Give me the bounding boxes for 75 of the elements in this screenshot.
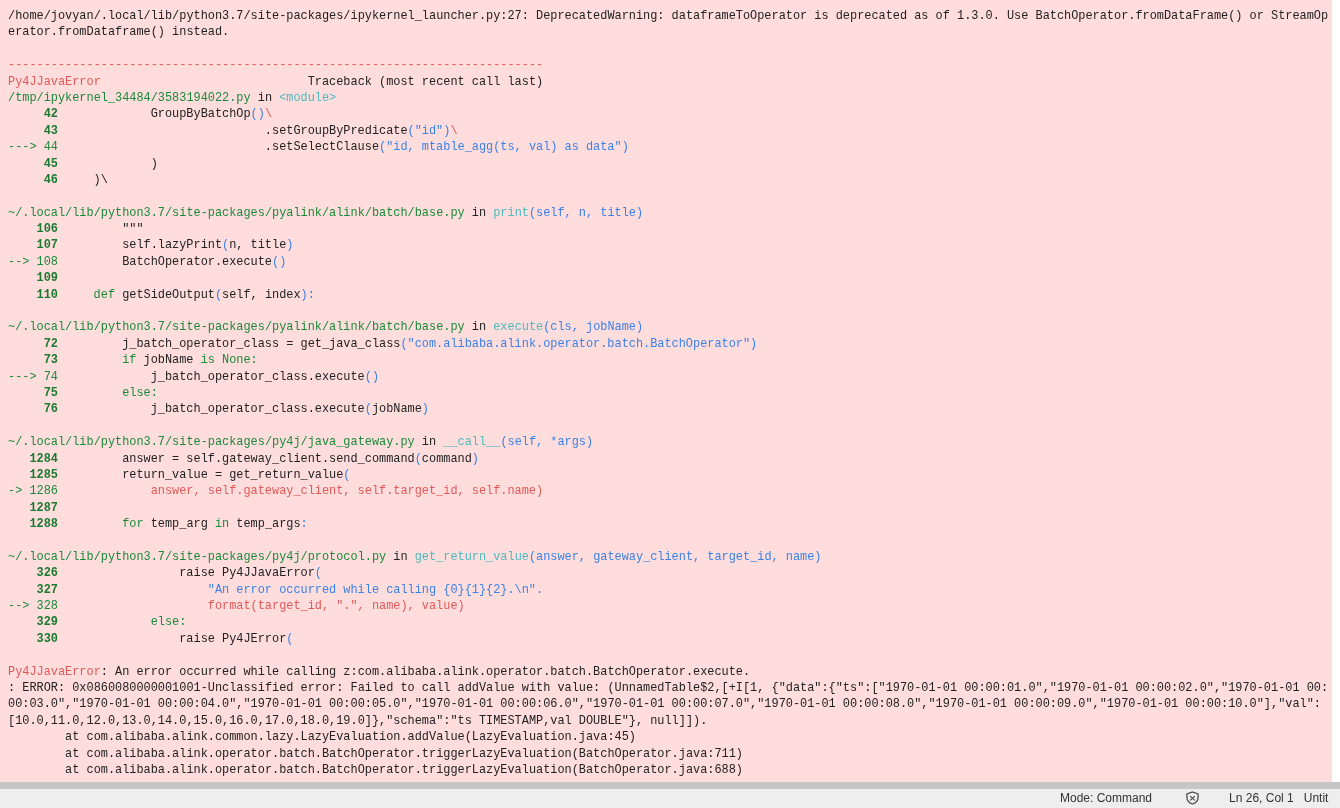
error-detail: : ERROR: 0x0860080000001001-Unclassified error: Failed to call addValue with value: (UnnamedTable$2,[+I[1, {"data":{"ts":["1970-01-01 00:00:01.0","1970-01-01 00:00:02.0","1970-01-01 00: <box>8 680 1330 697</box>
arrow-marker: ---> <box>8 368 37 385</box>
line-number: 108 <box>36 253 58 271</box>
line-number: 1284 <box>29 450 58 467</box>
code-line: raise Py4JJavaError( <box>178 565 322 582</box>
error-detail: at com.alibaba.alink.operator.batch.BatchOperator.triggerLazyEvaluation(BatchOperator.java:711) <box>64 745 744 762</box>
code-line: else: <box>121 385 158 402</box>
line-number: 327 <box>36 581 58 599</box>
mode-indicator: Mode: Command <box>1060 791 1153 805</box>
code-line: j_batch_operator_class.execute() <box>149 368 380 385</box>
code-line: """ <box>121 221 144 238</box>
error-detail: 00:03.0","1970-01-01 00:00:04.0","1970-01-01 00:00:05.0","1970-01-01 00:00:06.0","1970-01-01 00:00:07.0","1970-01-01 00:00:08.0","1970-01-01 00:00:09.0","1970-01-01 00:00:10.0"],"val": <box>8 696 1322 713</box>
line-number: 110 <box>36 286 58 304</box>
line-number: 107 <box>36 237 58 254</box>
code-line: for temp_arg in temp_args: <box>121 516 308 533</box>
line-number: 328 <box>36 598 58 615</box>
code-line: j_batch_operator_class.execute(jobName) <box>149 401 429 418</box>
traceback-title: Traceback (most recent call last) <box>307 73 544 90</box>
line-number: 1286 <box>29 483 58 500</box>
code-line: ) <box>149 155 158 172</box>
code-line: answer = self.gateway_client.send_command(command) <box>121 450 479 467</box>
arrow-marker: ---> <box>8 139 37 156</box>
line-number: 45 <box>43 155 58 172</box>
line-number: 1285 <box>29 466 58 484</box>
arrow-marker: --> <box>8 598 30 615</box>
shield-icon[interactable] <box>1186 791 1200 805</box>
traceback-location: ~/.local/lib/python3.7/site-packages/py4j/protocol.py in get_return_value(answer, gateway_client, target_id, name) <box>8 548 823 566</box>
line-number: 109 <box>36 270 58 287</box>
traceback-location: ~/.local/lib/python3.7/site-packages/pyalink/alink/batch/base.py in print(self, n, title) <box>8 204 645 222</box>
code-line: .setGroupByPredicate("id")\ <box>263 122 458 140</box>
code-line: if jobName is None: <box>121 352 258 369</box>
code-line: raise Py4JError( <box>178 630 294 648</box>
line-number: 73 <box>43 352 58 369</box>
line-number: 72 <box>43 335 58 353</box>
code-line: .setSelectClause("id, mtable_agg(ts, val) as data") <box>263 139 629 156</box>
error-detail: [10.0,11.0,12.0,13.0,14.0,15.0,16.0,17.0,18.0,19.0]},"schema":"ts TIMESTAMP,val DOUBLE"}, null]]). <box>8 712 709 730</box>
arrow-marker: --> <box>8 253 30 271</box>
line-number: 1288 <box>29 516 58 533</box>
code-line: GroupByBatchOp()\ <box>149 106 272 123</box>
document-name: Untit <box>1303 791 1329 805</box>
line-number: 46 <box>43 171 58 189</box>
error-message: Py4JJavaError: An error occurred while calling z:com.alibaba.alink.operator.batch.BatchOperator.execute. <box>8 663 752 681</box>
code-line: def getSideOutput(self, index): <box>92 286 315 304</box>
code-line: )\ <box>92 171 108 189</box>
line-number: 76 <box>43 401 58 418</box>
line-number: 74 <box>43 368 58 385</box>
line-number: 44 <box>43 139 58 156</box>
error-detail: at com.alibaba.alink.operator.batch.BatchOperator.triggerLazyEvaluation(BatchOperator.java:688) <box>64 762 744 779</box>
line-number: 326 <box>36 565 58 582</box>
traceback-location: ~/.local/lib/python3.7/site-packages/py4j/java_gateway.py in __call__(self, *args) <box>8 434 595 451</box>
code-line: else: <box>149 614 187 631</box>
warning-text: /home/jovyan/.local/lib/python3.7/site-packages/ipykernel_launcher.py:27: DeprecatedWarning: dataframeToOperator is deprecated as of 1.3.0. Use BatchOperator.fromDataFrame() or StreamOp <box>8 8 1330 25</box>
line-number: 330 <box>36 630 58 648</box>
line-number: 75 <box>43 385 58 402</box>
traceback-location: ~/.local/lib/python3.7/site-packages/pyalink/alink/batch/base.py in execute(cls, jobName) <box>8 319 645 336</box>
line-number: 106 <box>36 221 58 238</box>
line-number: 329 <box>36 614 58 631</box>
code-line: j_batch_operator_class = get_java_class("com.alibaba.alink.operator.batch.BatchOperator") <box>121 335 758 353</box>
line-number: 43 <box>43 122 58 140</box>
horizontal-scrollbar[interactable] <box>0 782 1340 789</box>
line-number: 42 <box>43 106 58 123</box>
line-number: 1287 <box>29 499 58 517</box>
code-line: answer, self.gateway_client, self.target_id, self.name) <box>149 483 544 500</box>
cursor-position: Ln 26, Col 1 <box>1229 791 1294 805</box>
code-line: "An error occurred while calling {0}{1}{2}.\n". <box>206 581 544 599</box>
code-line: format(target_id, ".", name), value) <box>206 598 465 615</box>
warning-text: erator.fromDataframe() instead. <box>8 24 231 41</box>
exception-name: Py4JJavaError <box>8 73 101 90</box>
arrow-marker: -> <box>8 483 23 500</box>
code-line: self.lazyPrint(n, title) <box>121 237 294 254</box>
code-line: BatchOperator.execute() <box>121 253 287 271</box>
code-line: return_value = get_return_value( <box>121 466 351 484</box>
traceback-location: /tmp/ipykernel_34484/3583194022.py in <module> <box>8 89 338 107</box>
error-detail: at com.alibaba.alink.common.lazy.LazyEvaluation.addValue(LazyEvaluation.java:45) <box>64 729 637 746</box>
separator-line: --------------------------------------------------------------------------- <box>8 57 545 74</box>
